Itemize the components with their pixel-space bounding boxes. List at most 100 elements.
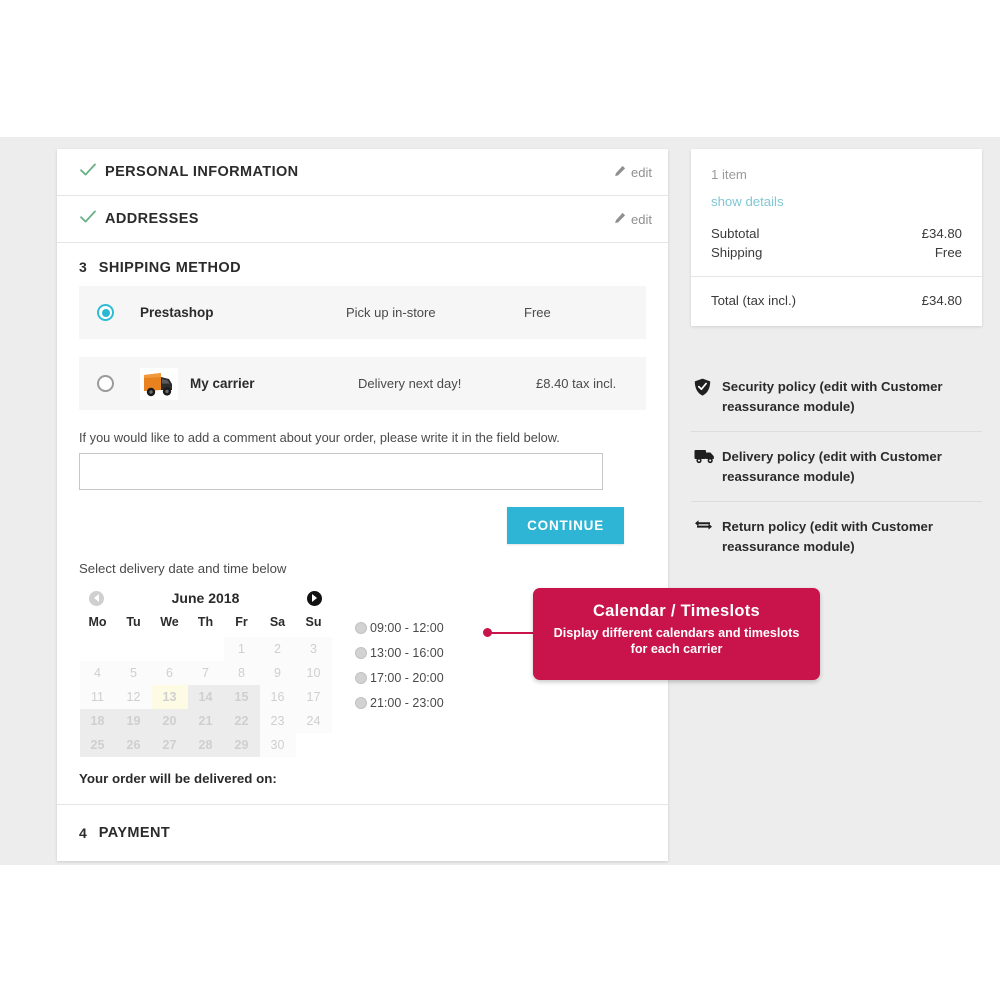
cart-total-row: Total (tax incl.) £34.80: [691, 276, 982, 326]
policy-label: Return policy (edit with Customer reassu…: [722, 519, 934, 554]
radio-my-carrier[interactable]: [97, 375, 114, 392]
calendar-next-month-icon[interactable]: [307, 590, 322, 606]
weekday-label: Sa: [269, 615, 286, 629]
weekday-label: Tu: [126, 615, 141, 629]
timeslot-label: 17:00 - 20:00: [370, 671, 444, 685]
option-price: £8.40 tax incl.: [536, 376, 617, 391]
calendar-day-cell: 12: [115, 684, 152, 709]
cart-summary-top: 1 item show details Subtotal £34.80 Ship…: [691, 149, 982, 276]
cart-line-value: Free: [934, 245, 962, 260]
calendar-day-cell[interactable]: 21: [187, 708, 224, 733]
order-comment-input[interactable]: [79, 453, 603, 490]
timeslot-label: 21:00 - 23:00: [370, 696, 444, 710]
timeslot-list: 09:00 - 12:00 13:00 - 16:00 17:00 - 20:00 2…: [355, 590, 444, 721]
checkout-page: PERSONAL INFORMATION edit ADDRESSES edit…: [0, 0, 1000, 1000]
callout-connector-line: [489, 632, 537, 634]
calendar-day-cell[interactable]: 20: [151, 708, 188, 733]
calendar-week-row: 18 19 20 21 22 23 24: [79, 708, 332, 733]
calendar-week-row: 11 12 13 14 15 16 17: [79, 684, 332, 709]
calendar-day-cell: 24: [295, 708, 332, 733]
calendar-day-cell: 11: [79, 684, 116, 709]
option-price: Free: [524, 305, 551, 320]
calendar-day-cell: 2: [259, 636, 296, 661]
timeslot-label: 13:00 - 16:00: [370, 646, 444, 660]
calendar-day-cell[interactable]: 13: [151, 684, 188, 709]
calendar-day-cell: 8: [223, 660, 260, 685]
step-personal-information[interactable]: PERSONAL INFORMATION edit: [57, 149, 668, 196]
calendar-day-cell[interactable]: 14: [187, 684, 224, 709]
callout-title: Calendar / Timeslots: [592, 602, 761, 620]
calendar-day-cell[interactable]: 19: [115, 708, 152, 733]
calendar-day-cell: 17: [295, 684, 332, 709]
step-addresses[interactable]: ADDRESSES edit: [57, 196, 668, 243]
continue-row: CONTINUE: [57, 490, 668, 544]
calendar-day-cell[interactable]: 26: [115, 732, 152, 757]
policy-list: Security policy (edit with Customer reas…: [691, 362, 982, 571]
truck-icon: [691, 447, 722, 469]
calendar-day-cell[interactable]: 22: [223, 708, 260, 733]
calendar-day-cell: 5: [115, 660, 152, 685]
calendar-day-cell: 3: [295, 636, 332, 661]
cart-total-label: Total (tax incl.): [711, 293, 797, 308]
delivery-option-prestashop[interactable]: Prestashop Pick up in-store Free: [79, 286, 646, 339]
step-title: ADDRESSES: [105, 211, 199, 227]
checkout-card: PERSONAL INFORMATION edit ADDRESSES edit…: [57, 149, 668, 861]
timeslot-label: 09:00 - 12:00: [370, 621, 444, 635]
cart-summary-card: 1 item show details Subtotal £34.80 Ship…: [691, 149, 982, 326]
calendar-month-label: June 2018: [171, 590, 240, 606]
continue-button[interactable]: CONTINUE: [507, 507, 624, 544]
option-delay: Delivery next day!: [358, 376, 462, 391]
calendar-day-cell[interactable]: 29: [223, 732, 260, 757]
timeslot-option[interactable]: 09:00 - 12:00: [355, 621, 444, 635]
calendar-day-cell[interactable]: 27: [151, 732, 188, 757]
calendar-day-empty: [152, 637, 188, 661]
show-details-link[interactable]: show details: [711, 194, 784, 209]
calendar-week-row: 123: [80, 636, 332, 661]
delivery-option-my-carrier[interactable]: My carrier Delivery next day! £8.40 tax …: [79, 357, 646, 410]
step-shipping-method: 3 SHIPPING METHOD Prestashop Pick up in-…: [57, 243, 668, 805]
step-payment[interactable]: 4 PAYMENT: [57, 805, 668, 861]
timeslot-radio[interactable]: [355, 647, 367, 659]
step-number: 4: [79, 825, 87, 841]
option-name: Prestashop: [140, 305, 214, 320]
delivery-options-list: Prestashop Pick up in-store Free My carr…: [57, 286, 668, 410]
edit-personal-information-button[interactable]: edit: [614, 165, 652, 180]
calendar-day-cell[interactable]: 28: [187, 732, 224, 757]
calendar-day-cell[interactable]: 25: [79, 732, 116, 757]
step-title: PAYMENT: [98, 825, 171, 841]
policy-item-return[interactable]: Return policy (edit with Customer reassu…: [691, 502, 982, 571]
radio-prestashop[interactable]: [97, 304, 114, 321]
cart-line-shipping: Shipping Free: [711, 243, 962, 262]
option-name: My carrier: [190, 376, 255, 391]
calendar-prev-month-icon[interactable]: [89, 590, 104, 606]
cart-line-subtotal: Subtotal £34.80: [711, 224, 962, 243]
shipping-header: 3 SHIPPING METHOD: [57, 243, 668, 286]
check-icon: [79, 208, 105, 230]
exchange-arrows-icon: [691, 517, 722, 537]
timeslot-radio[interactable]: [355, 672, 367, 684]
timeslot-option[interactable]: 17:00 - 20:00: [355, 671, 444, 685]
order-summary-sidebar: 1 item show details Subtotal £34.80 Ship…: [691, 149, 982, 571]
calendar-week-row: 25 26 27 28 29 30: [79, 732, 332, 757]
timeslot-radio[interactable]: [355, 622, 367, 634]
calendar-day-cell[interactable]: 15: [223, 684, 260, 709]
calendar-day-cell[interactable]: 18: [79, 708, 116, 733]
option-delay: Pick up in-store: [346, 305, 436, 320]
calendar-header: June 2018: [79, 590, 332, 612]
edit-addresses-button[interactable]: edit: [614, 212, 652, 227]
edit-label: edit: [631, 164, 652, 180]
delivery-calendar: June 2018 Mo Tu We Th Fr Sa Su 1 2 3 4 5…: [79, 590, 332, 757]
policy-item-security[interactable]: Security policy (edit with Customer reas…: [691, 362, 982, 432]
timeslot-radio[interactable]: [355, 697, 367, 709]
carrier-truck-icon: [140, 367, 178, 400]
calendar-week-row: 4 5 6 7 8 9 10: [79, 660, 332, 685]
step-title: PERSONAL INFORMATION: [105, 164, 299, 180]
calendar-day-cell: 10: [295, 660, 332, 685]
policy-item-delivery[interactable]: Delivery policy (edit with Customer reas…: [691, 432, 982, 502]
calendar-day-cell: 9: [259, 660, 296, 685]
timeslot-option[interactable]: 13:00 - 16:00: [355, 646, 444, 660]
calendar-day-cell: 23: [259, 708, 296, 733]
calendar-grid: Mo Tu We Th Fr Sa Su 1 2 3 4 5 6 7 8 9 10 11 12 13 14…: [79, 612, 332, 757]
timeslot-option[interactable]: 21:00 - 23:00: [355, 696, 444, 710]
cart-line-value: £34.80: [921, 226, 962, 241]
